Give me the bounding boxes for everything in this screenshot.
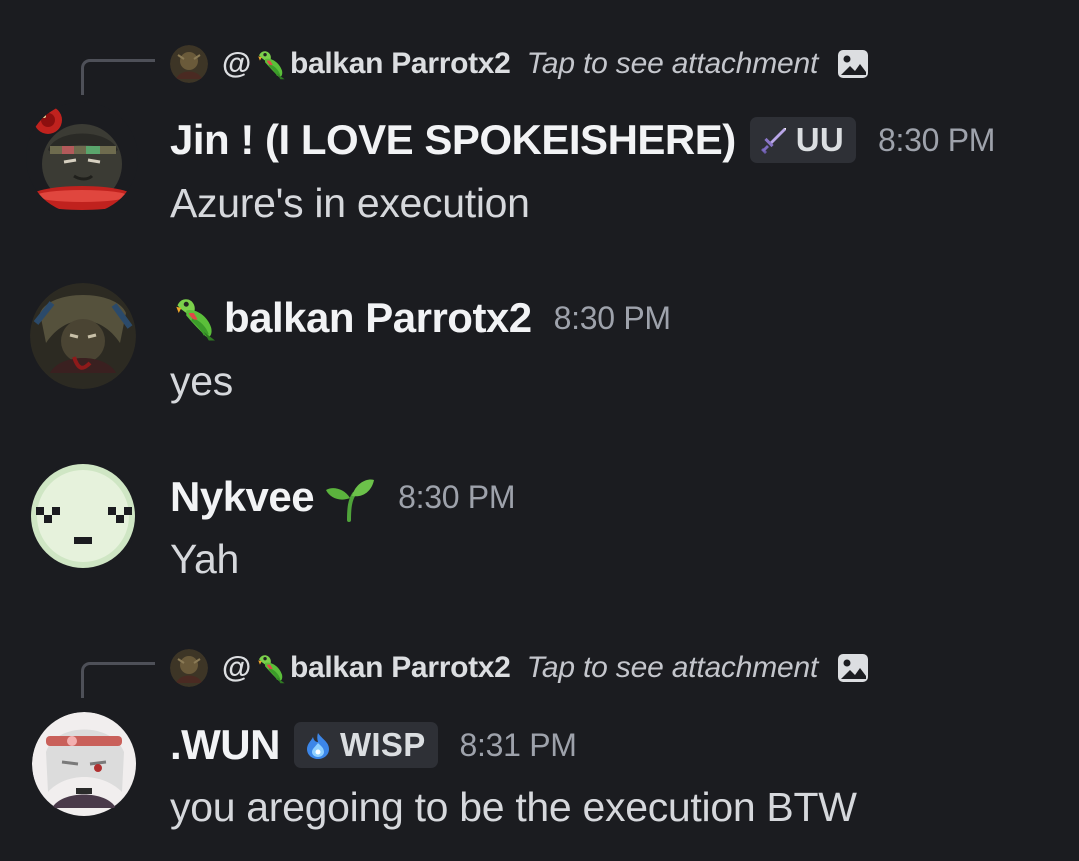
sword-icon: [760, 128, 786, 154]
avatar[interactable]: [32, 712, 137, 817]
avatar[interactable]: [26, 102, 138, 214]
avatar[interactable]: [30, 283, 136, 389]
reply-author-name[interactable]: balkan Parrotx2: [290, 651, 511, 685]
message-header: balkan Parrotx2 8:30 PM: [170, 292, 671, 344]
tag-label: UU: [795, 121, 845, 158]
message-content: Azure's in execution: [170, 180, 530, 226]
parrot-avatar: [170, 45, 208, 83]
username[interactable]: Jin ! (I LOVE SPOKEISHERE): [170, 116, 736, 164]
message-content: yes: [170, 358, 233, 404]
server-tag[interactable]: WISP: [293, 722, 438, 768]
parrot-avatar: [170, 649, 208, 687]
reply-attachment-text[interactable]: Tap to see attachment: [527, 651, 819, 685]
reply-attachment-text[interactable]: Tap to see attachment: [527, 47, 819, 81]
reply-mention-at: @: [222, 47, 251, 80]
message-content: you aregoing to be the execution BTW: [170, 784, 857, 830]
seedling-icon: [326, 479, 375, 522]
server-tag[interactable]: UU: [749, 117, 857, 163]
message-content: Yah: [170, 536, 240, 582]
username[interactable]: .WUN: [170, 721, 280, 769]
parrot-emoji-icon: [254, 47, 288, 81]
reply-preview[interactable]: @ balkan Parrotx2 Tap to see attachment: [170, 44, 870, 84]
username[interactable]: Nykvee: [170, 473, 315, 521]
reply-author-name[interactable]: balkan Parrotx2: [290, 47, 511, 81]
message-header: .WUN WISP 8:31 PM: [170, 719, 577, 771]
reply-preview[interactable]: @ balkan Parrotx2 Tap to see attachment: [170, 648, 870, 688]
reply-connector: [81, 59, 155, 95]
tag-label: WISP: [339, 726, 426, 763]
timestamp: 8:31 PM: [459, 726, 577, 763]
wisp-flame-icon: [306, 733, 329, 759]
reply-mention-at: @: [222, 651, 251, 684]
timestamp: 8:30 PM: [398, 478, 516, 515]
avatar[interactable]: [28, 461, 138, 571]
image-icon: [836, 651, 870, 685]
parrot-emoji-icon: [254, 651, 288, 685]
reply-connector: [81, 662, 155, 698]
message-header: Jin ! (I LOVE SPOKEISHERE) UU 8:30 PM: [170, 114, 995, 166]
username[interactable]: balkan Parrotx2: [224, 294, 532, 342]
image-icon: [836, 47, 870, 81]
message-header: Nykvee 8:30 PM: [170, 471, 516, 523]
parrot-emoji-icon: [170, 293, 220, 343]
timestamp: 8:30 PM: [878, 121, 996, 158]
timestamp: 8:30 PM: [553, 299, 671, 336]
